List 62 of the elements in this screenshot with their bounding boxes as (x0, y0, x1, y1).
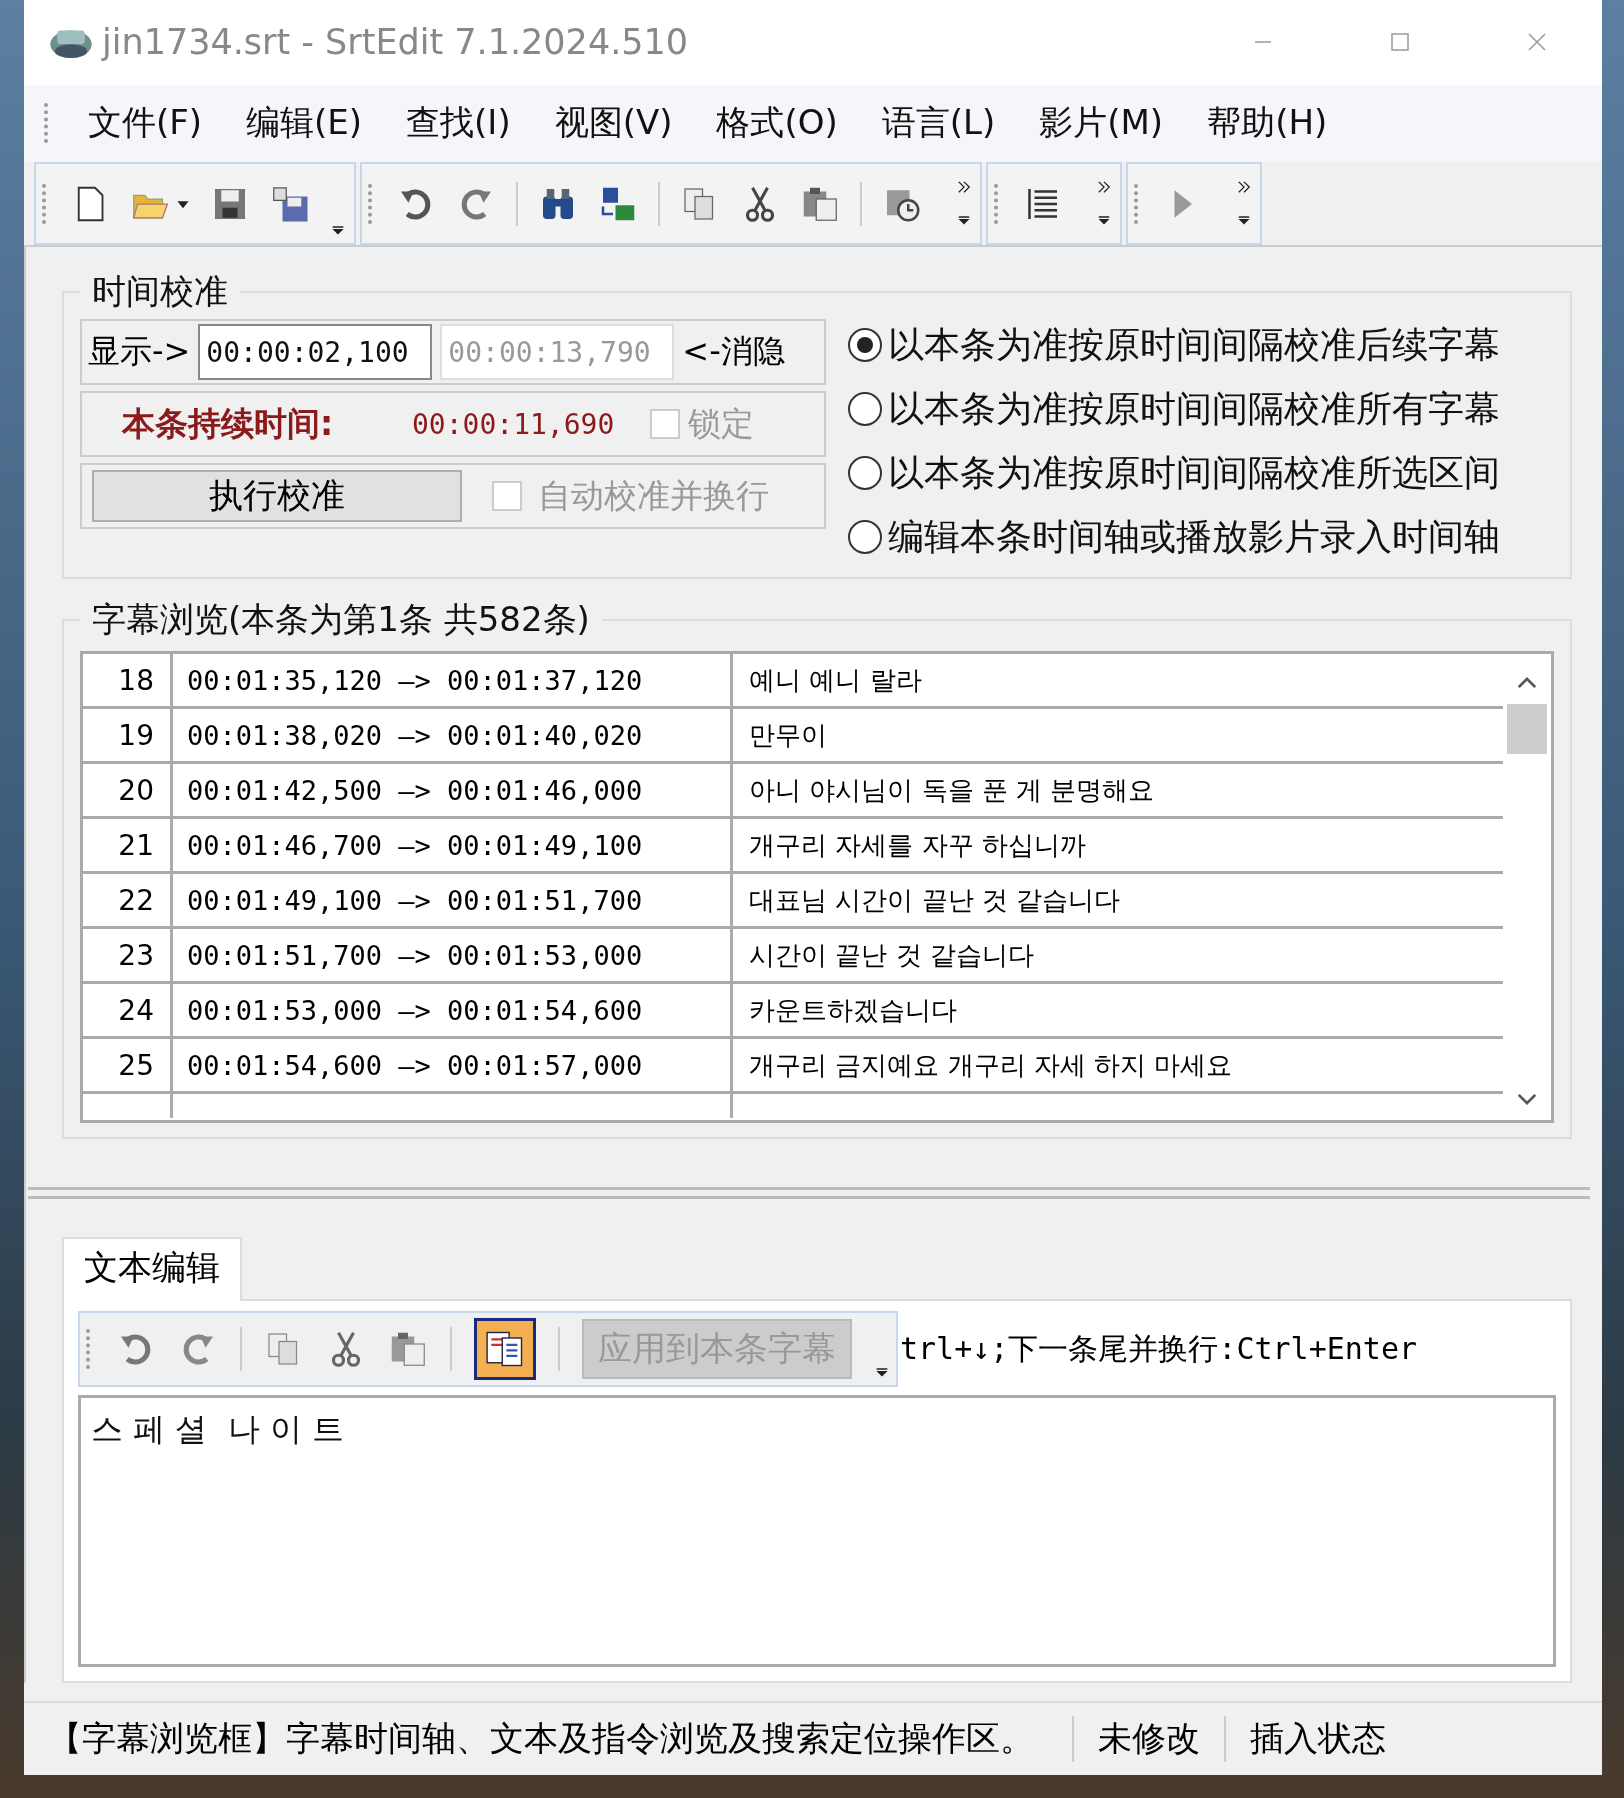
checkbox-label: 锁定 (688, 402, 754, 445)
execute-button[interactable]: 执行校准 (92, 470, 462, 523)
time-cell[interactable]: 00:01:46,700 —> 00:01:49,100 (173, 819, 733, 872)
subtitle-text-field[interactable]: 스 페 셜 나 이 트 (78, 1395, 1556, 1668)
index-cell[interactable]: 23 (83, 929, 173, 982)
time-cell[interactable]: 00:01:38,020 —> 00:01:40,020 (173, 709, 733, 762)
radio-button[interactable] (848, 520, 882, 555)
text-cell[interactable]: 개구리 금지예요 개구리 자세 하지 마세요 (733, 1047, 1503, 1083)
tab[interactable]: 文本编辑 (62, 1237, 242, 1302)
radio-button[interactable] (848, 456, 882, 491)
menu-item[interactable]: 编辑(E) (246, 100, 363, 147)
time-cell[interactable]: 00:01:35,120 —> 00:01:37,120 (173, 654, 733, 707)
checkbox-label: 自动校准并换行 (538, 474, 769, 517)
scroll-down-icon[interactable] (1516, 1092, 1538, 1107)
window-title: jin1734.srt - SrtEdit 7.1.2024.510 (102, 22, 689, 63)
shortcut-hint: trl+↓;下一条尾并换行:Ctrl+Enter (900, 1329, 1418, 1368)
menu-item[interactable]: 文件(F) (88, 100, 203, 147)
index-cell[interactable]: 18 (83, 654, 173, 707)
index-cell[interactable]: 25 (83, 1039, 173, 1092)
menu-item[interactable]: 影片(M) (1039, 100, 1164, 147)
radio-label: 编辑本条时间轴或播放影片录入时间轴 (888, 514, 1500, 559)
text-cell[interactable]: 개구리 자세를 자꾸 하십니까 (733, 827, 1503, 863)
text-cell[interactable]: 아니 야시님이 독을 푼 게 분명해요 (733, 772, 1503, 808)
scroll-up-icon[interactable] (1516, 676, 1538, 691)
duration-value: 00:00:11,690 (412, 407, 616, 441)
index-cell[interactable]: 19 (83, 709, 173, 762)
scroll-thumb[interactable] (1507, 704, 1547, 755)
show-label: 显示-> (88, 331, 191, 373)
menu-item[interactable]: 语言(L) (881, 100, 996, 147)
time-cell[interactable]: 00:01:51,700 —> 00:01:53,000 (173, 929, 733, 982)
group-title: 字幕浏览(本条为第1条 共582条) (91, 598, 591, 642)
index-cell[interactable]: 20 (83, 764, 173, 817)
index-cell[interactable]: 22 (83, 874, 173, 927)
index-cell[interactable]: 21 (83, 819, 173, 872)
index-cell[interactable]: 24 (83, 984, 173, 1037)
radio-button[interactable] (848, 392, 882, 427)
time-cell[interactable]: 00:01:42,500 —> 00:01:46,000 (173, 764, 733, 817)
text-cell[interactable]: 예니 예니 랄라 (733, 662, 1503, 698)
menu-item[interactable]: 查找(I) (406, 100, 511, 147)
text-cell[interactable]: 대표님 시간이 끝난 것 같습니다 (733, 882, 1503, 918)
duration-label: 本条持续时间: (122, 402, 335, 445)
menu-item[interactable]: 格式(O) (716, 100, 838, 147)
radio-label: 以本条为准按原时间间隔校准所选区间 (888, 450, 1500, 495)
status-text: 【字幕浏览框】字幕时间轴、文本及指令浏览及搜索定位操作区。 (48, 1717, 1035, 1761)
start-time-field[interactable]: 00:00:02,100 (198, 324, 433, 381)
status-text: 未修改 (1072, 1716, 1224, 1763)
radio-label: 以本条为准按原时间间隔校准所有字幕 (888, 386, 1500, 431)
hide-label: <-消隐 (682, 331, 785, 373)
text-cell[interactable]: 카운트하겠습니다 (733, 992, 1503, 1028)
close-icon[interactable] (1527, 32, 1547, 53)
menu-item[interactable]: 帮助(H) (1207, 100, 1328, 147)
text-cell[interactable]: 만무이 (733, 717, 1503, 753)
text-cell[interactable]: 시간이 끝난 것 같습니다 (733, 937, 1503, 973)
toggle-button[interactable] (474, 1318, 536, 1381)
radio-button[interactable] (848, 328, 882, 363)
time-cell[interactable]: 00:01:53,000 —> 00:01:54,600 (173, 984, 733, 1037)
time-cell[interactable]: 00:01:54,600 —> 00:01:57,000 (173, 1039, 733, 1092)
group-title: 时间校准 (91, 270, 229, 314)
menu-item[interactable]: 视图(V) (554, 100, 673, 147)
status-text: 插入状态 (1224, 1716, 1410, 1763)
time-cell[interactable]: 00:01:49,100 —> 00:01:51,700 (173, 874, 733, 927)
radio-label: 以本条为准按原时间间隔校准后续字幕 (888, 322, 1500, 367)
